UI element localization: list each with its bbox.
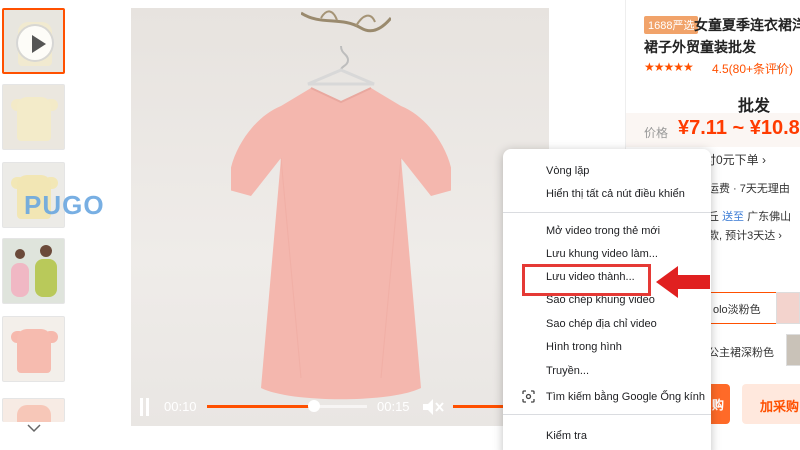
progress-track[interactable] bbox=[207, 400, 367, 412]
highlight-box bbox=[522, 264, 651, 296]
add-to-cart-button[interactable]: 加采购 bbox=[742, 384, 800, 424]
video-player[interactable]: 00:10 00:15 bbox=[131, 8, 549, 426]
thumbnail-yellow-dress[interactable] bbox=[2, 84, 65, 150]
rating-chevron-icon[interactable]: › bbox=[776, 60, 780, 74]
price-row: 价格 ¥7.11 ~ ¥10.80 bbox=[626, 113, 800, 147]
rating-stars-icon: ★★★★★ bbox=[644, 60, 694, 74]
thumbnail-video[interactable] bbox=[2, 8, 65, 74]
duration-time: 00:15 bbox=[377, 399, 410, 414]
thumbnail-partial[interactable] bbox=[2, 398, 65, 422]
google-lens-icon bbox=[522, 390, 535, 403]
menu-item-loop[interactable]: Vòng lặp bbox=[503, 160, 711, 182]
ship-to-label: 送至 bbox=[722, 211, 745, 223]
red-arrow-icon bbox=[656, 266, 710, 298]
thumbnail-pink-dress[interactable] bbox=[2, 316, 65, 382]
delivery-location[interactable]: 丘 送至 广东佛山 bbox=[708, 208, 791, 224]
current-time: 00:10 bbox=[164, 399, 197, 414]
option-deep-pink[interactable]: 公主裙深粉色 bbox=[708, 344, 774, 360]
delivery-estimate[interactable]: 款, 预计3天达 › bbox=[708, 227, 782, 243]
play-icon[interactable] bbox=[16, 24, 54, 62]
thumbnail-kids-photo[interactable] bbox=[2, 238, 65, 304]
menu-item-cast[interactable]: Truyền... bbox=[503, 360, 711, 382]
pause-icon[interactable] bbox=[139, 398, 151, 416]
menu-item-inspect[interactable]: Kiểm tra bbox=[503, 425, 711, 447]
menu-item-copy-video-address[interactable]: Sao chép địa chỉ video bbox=[503, 313, 711, 335]
menu-item-show-controls[interactable]: Hiển thị tất cả nút điều khiển bbox=[503, 183, 711, 205]
watermark-logo: PUGO bbox=[24, 190, 105, 220]
option-swatch-2[interactable] bbox=[786, 334, 800, 366]
price-value: ¥7.11 ~ ¥10.80 bbox=[678, 117, 800, 139]
progress-knob[interactable] bbox=[308, 400, 321, 412]
product-title-line2: 裙子外贸童装批发 bbox=[644, 39, 756, 55]
menu-item-google-lens-label: Tìm kiếm bằng Google Ống kính bbox=[546, 391, 705, 403]
menu-item-open-video-new-tab[interactable]: Mở video trong thẻ mới bbox=[503, 220, 711, 242]
option-swatch-1[interactable] bbox=[776, 292, 800, 324]
progress-fill bbox=[207, 405, 315, 408]
chevron-down-icon[interactable] bbox=[26, 420, 42, 436]
menu-item-picture-in-picture[interactable]: Hình trong hình bbox=[503, 336, 711, 358]
price-label: 价格 bbox=[644, 126, 669, 140]
payment-info[interactable]: 付0元下单 › bbox=[704, 151, 766, 168]
destination-text: 广东佛山 bbox=[747, 211, 792, 223]
dress-image bbox=[231, 87, 451, 400]
branch-decoration bbox=[301, 10, 391, 33]
rating-text[interactable]: 4.5(80+条评价) bbox=[712, 60, 793, 77]
menu-separator-2 bbox=[503, 414, 711, 415]
video-controls: 00:10 00:15 bbox=[131, 388, 549, 426]
shipping-info: 运费 · 7天无理由 bbox=[708, 183, 790, 195]
menu-item-google-lens[interactable]: Tìm kiếm bằng Google Ống kính bbox=[503, 386, 711, 408]
page: PUGO 00:10 00:15 1688严选 女童夏季连衣裙洋 裙子外贸童装批… bbox=[0, 0, 800, 450]
mute-icon[interactable] bbox=[421, 398, 445, 416]
menu-separator bbox=[503, 212, 711, 213]
product-title-line1: 女童夏季连衣裙洋 bbox=[694, 17, 800, 33]
product-title: 女童夏季连衣裙洋 裙子外贸童装批发 bbox=[644, 14, 800, 58]
